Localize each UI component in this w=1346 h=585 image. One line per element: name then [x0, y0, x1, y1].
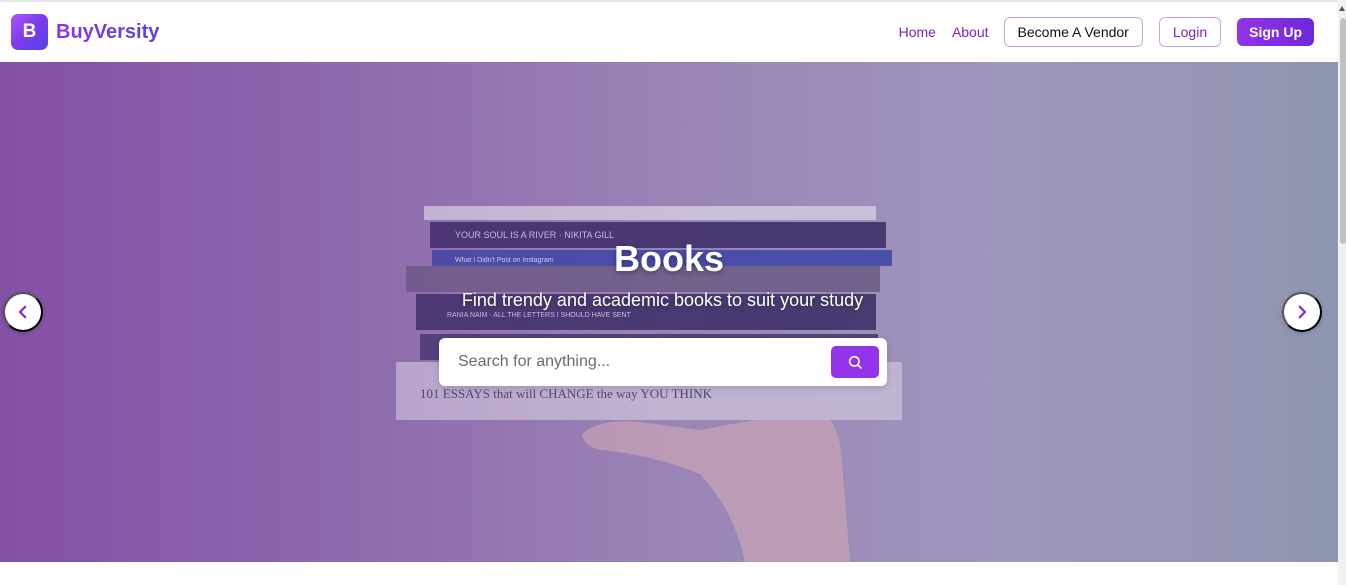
chevron-left-icon	[18, 305, 27, 319]
carousel-prev-button[interactable]	[3, 292, 43, 332]
search-bar	[439, 338, 887, 386]
login-button[interactable]: Login	[1158, 17, 1222, 47]
hero-subtitle: Find trendy and academic books to suit y…	[461, 290, 864, 310]
hero-carousel: 101 ESSAYS that will CHANGE the way YOU …	[0, 62, 1338, 562]
navbar: B BuyVersity Home About Become A Vendor …	[0, 2, 1338, 62]
become-vendor-button[interactable]: Become A Vendor	[1003, 17, 1143, 47]
scroll-up-arrow[interactable]	[1338, 2, 1346, 14]
logo-badge[interactable]: B	[11, 14, 48, 50]
hero-title: Books	[613, 238, 725, 279]
brand-name[interactable]: BuyVersity	[56, 21, 159, 44]
logo-letter: B	[22, 21, 37, 42]
signup-button[interactable]: Sign Up	[1237, 18, 1314, 46]
carousel-next-button[interactable]	[1282, 292, 1322, 332]
search-button[interactable]	[831, 346, 879, 378]
search-icon	[848, 355, 862, 369]
caret-up-icon	[1339, 5, 1345, 11]
scrollbar-thumb[interactable]	[1340, 18, 1346, 244]
nav-link-home[interactable]: Home	[899, 24, 936, 40]
chevron-right-icon	[1298, 305, 1307, 319]
nav-link-about[interactable]: About	[952, 24, 989, 40]
hero-overlay	[0, 62, 1338, 562]
search-input[interactable]	[458, 353, 831, 371]
nav-menu: Home About Become A Vendor Login Sign Up	[899, 17, 1327, 47]
